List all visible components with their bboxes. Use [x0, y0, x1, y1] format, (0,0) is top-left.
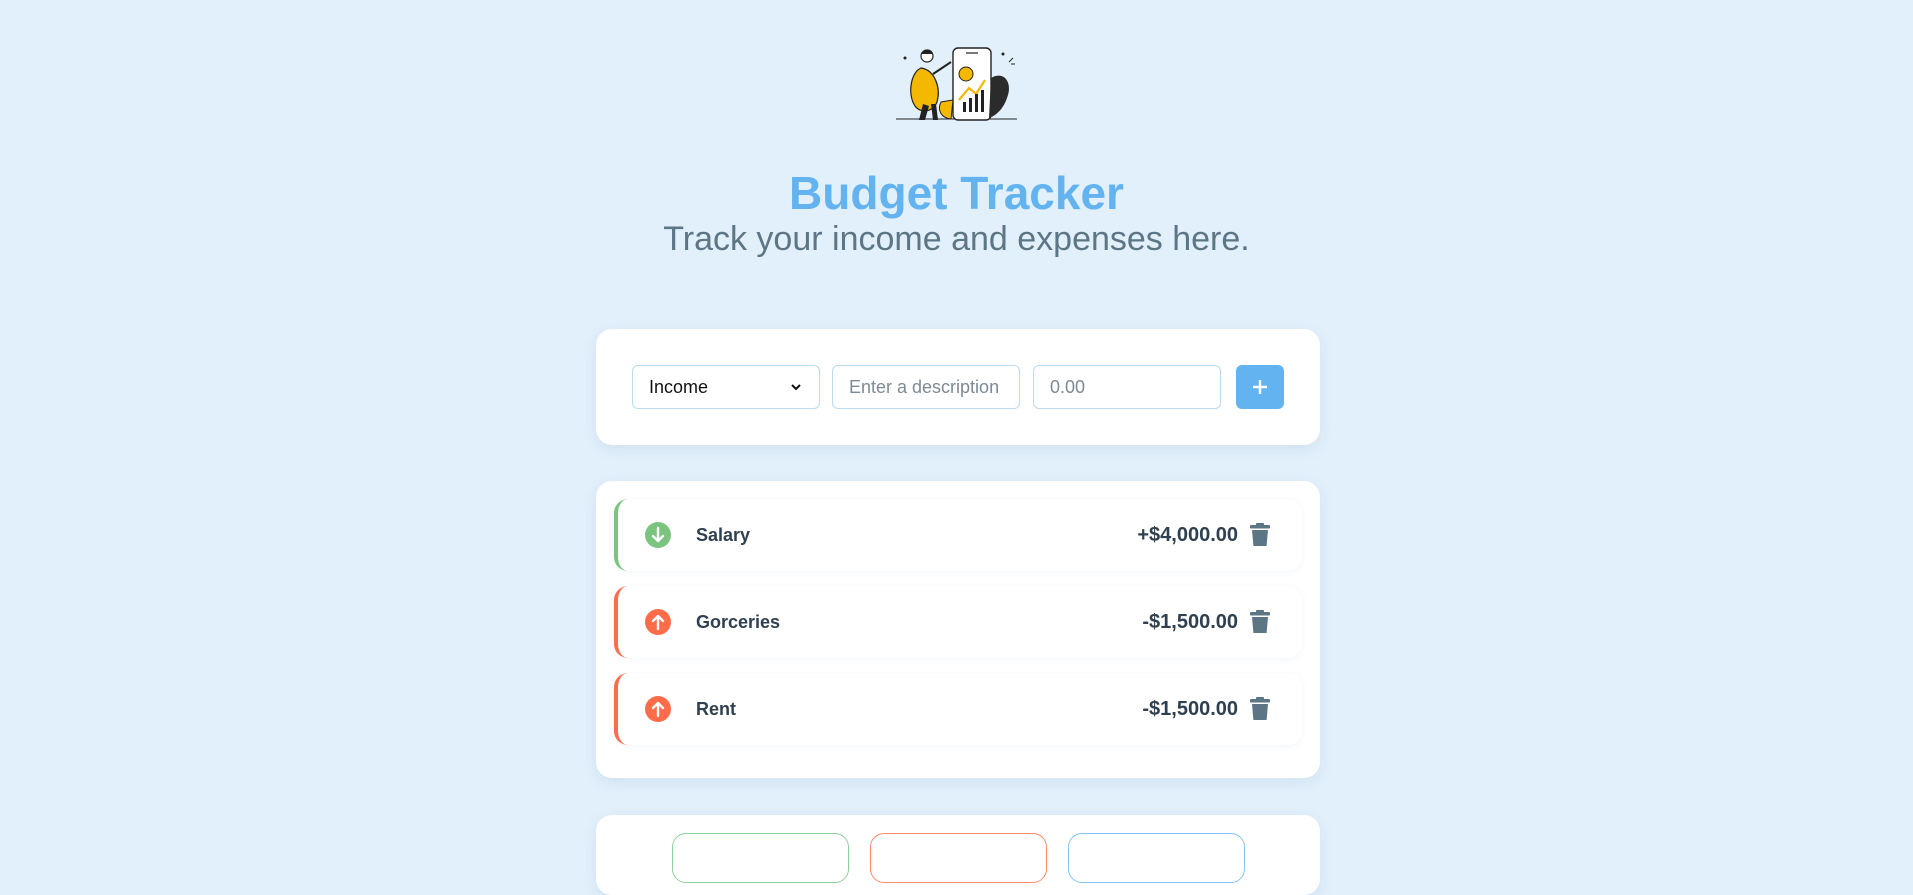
trash-icon[interactable] — [1250, 610, 1270, 634]
transaction-description: Salary — [696, 525, 751, 545]
add-transaction-form: Income Enter a description 0.00 — [596, 329, 1320, 445]
transaction-list: Salary +$4,000.00 Gorceries -$1,500.00 R… — [596, 481, 1320, 778]
amount-placeholder: 0.00 — [1050, 376, 1086, 397]
description-placeholder: Enter a description — [849, 376, 1000, 397]
description-input[interactable]: Enter a description — [832, 365, 1020, 409]
transaction-amount: -$1,500.00 — [1142, 611, 1238, 633]
chevron-down-icon — [791, 384, 801, 391]
balance-summary-card — [1068, 833, 1245, 883]
trash-icon[interactable] — [1250, 697, 1270, 721]
transaction-type-select[interactable]: Income — [632, 365, 820, 409]
trash-icon[interactable] — [1250, 523, 1270, 547]
finance-illustration — [896, 47, 1017, 121]
transaction-row: Salary +$4,000.00 — [614, 499, 1302, 571]
transaction-type-value: Income — [649, 376, 709, 397]
summary-section — [596, 815, 1320, 895]
page-title: Budget Tracker — [789, 167, 1124, 219]
add-transaction-button[interactable] — [1236, 365, 1284, 409]
transaction-amount: -$1,500.00 — [1142, 698, 1238, 720]
plus-icon — [1253, 380, 1267, 394]
transaction-amount: +$4,000.00 — [1137, 524, 1238, 546]
arrow-up-circle-icon — [645, 609, 671, 635]
arrow-up-circle-icon — [645, 696, 671, 722]
income-summary-card — [672, 833, 849, 883]
transaction-description: Rent — [696, 699, 736, 719]
transaction-description: Gorceries — [696, 612, 781, 632]
amount-input[interactable]: 0.00 — [1033, 365, 1221, 409]
page-subtitle: Track your income and expenses here. — [663, 220, 1250, 258]
expense-summary-card — [870, 833, 1047, 883]
transaction-row: Gorceries -$1,500.00 — [614, 586, 1302, 658]
transaction-row: Rent -$1,500.00 — [614, 673, 1302, 745]
arrow-down-circle-icon — [645, 522, 671, 548]
